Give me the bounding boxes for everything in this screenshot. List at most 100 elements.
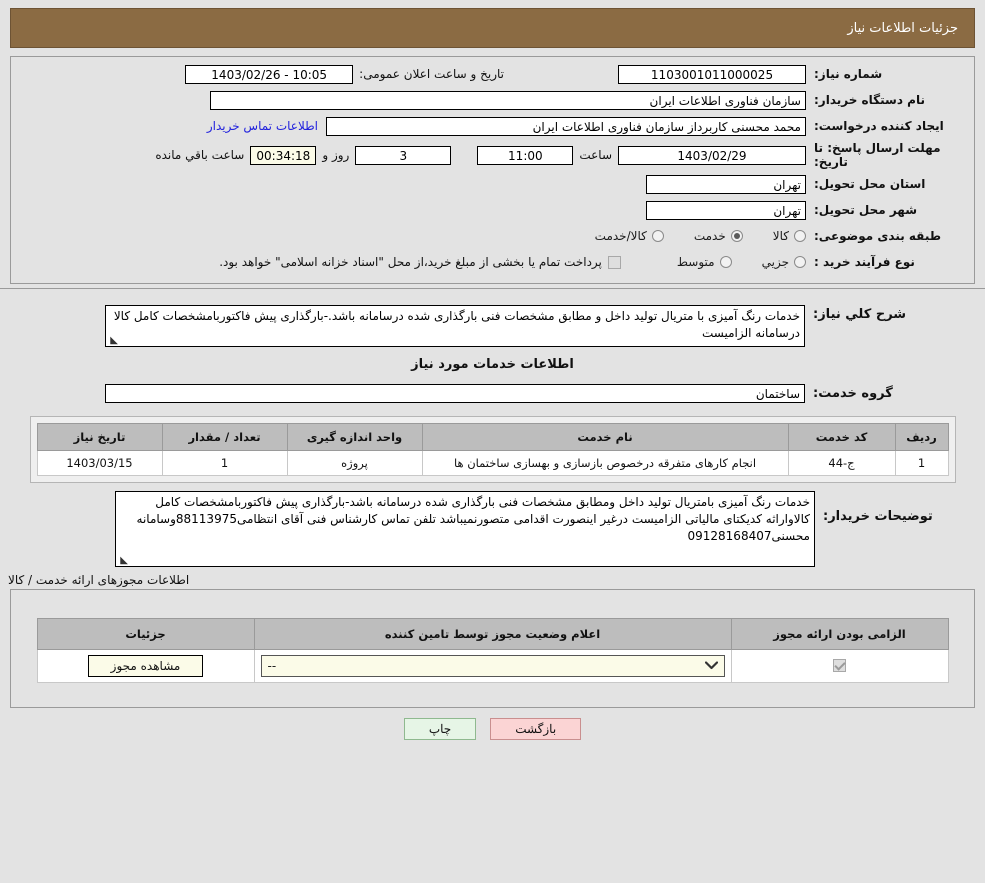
row-summary: شرح کلي نیاز: خدمات رنگ آمیزی با متریال …: [20, 305, 965, 347]
cell-permit-status: --: [253, 649, 732, 683]
services-table: ردیف کد خدمت نام خدمت واحد اندازه گیری ت…: [36, 423, 949, 476]
radio-label: کالا/خدمت: [594, 229, 647, 243]
province-value: تهران: [646, 174, 806, 194]
deadline-date-value: 1403/02/29: [618, 145, 806, 165]
radio-process-jozi[interactable]: جزیي: [762, 255, 806, 269]
col-permit-required: الزامی بودن ارائه مجوز: [730, 618, 949, 650]
row-deadline: مهلت ارسال پاسخ: تا تاریخ: 1403/02/29 سا…: [19, 141, 966, 169]
col-row: ردیف: [894, 423, 949, 451]
province-label: استان محل تحویل:: [814, 177, 926, 191]
footer-actions: بازگشت چاپ: [0, 718, 985, 740]
col-name: نام خدمت: [421, 423, 789, 451]
resize-grip-icon[interactable]: ◣: [118, 556, 128, 566]
permits-row: -- مشاهده مجوز: [36, 649, 949, 683]
radio-process-motevaset[interactable]: متوسط: [677, 255, 732, 269]
page-header: جزئیات اطلاعات نیاز: [10, 8, 975, 48]
payment-note-checkbox[interactable]: [607, 255, 621, 269]
view-permit-button[interactable]: مشاهده مجوز: [87, 655, 204, 677]
cell-code: ج-44: [787, 450, 896, 476]
divider: [0, 288, 985, 289]
radio-classification-kala[interactable]: کالا: [773, 229, 806, 243]
need-info-panel: شماره نیاز: 1103001011000025 تاریخ و ساع…: [10, 56, 975, 284]
buyer-notes-textarea[interactable]: خدمات رنگ آمیزی بامتریال تولید داخل ومطا…: [115, 491, 815, 567]
service-group-label: گروه خدمت:: [813, 385, 893, 401]
cell-permit-required: [730, 649, 949, 683]
back-button[interactable]: بازگشت: [490, 718, 582, 740]
row-province: استان محل تحویل: تهران: [19, 173, 966, 195]
radio-label: جزیي: [761, 255, 789, 269]
classification-label: طبقه بندی موضوعی:: [814, 229, 942, 243]
radio-label: خدمت: [693, 229, 726, 243]
cell-name: انجام کارهای متفرقه درخصوص بازسازی و بهس…: [421, 450, 789, 476]
radio-label: کالا: [772, 229, 789, 243]
permits-header-row: الزامی بودن ارائه مجوز اعلام وضعیت مجوز …: [36, 618, 949, 650]
permits-table: الزامی بودن ارائه مجوز اعلام وضعیت مجوز …: [36, 618, 949, 683]
row-service-group: گروه خدمت: ساختمان: [20, 382, 965, 404]
summary-section: شرح کلي نیاز: خدمات رنگ آمیزی با متریال …: [10, 297, 975, 404]
summary-textarea[interactable]: خدمات رنگ آمیزی با متریال تولید داخل و م…: [105, 305, 805, 347]
permits-panel: الزامی بودن ارائه مجوز اعلام وضعیت مجوز …: [10, 589, 975, 708]
buyer-notes-text: خدمات رنگ آمیزی بامتریال تولید داخل ومطا…: [136, 495, 810, 543]
service-group-value: ساختمان: [105, 383, 805, 403]
col-qty: تعداد / مقدار: [161, 423, 288, 451]
col-date: تاریخ نیاز: [36, 423, 163, 451]
radio-classification-khedmat[interactable]: خدمت: [694, 229, 743, 243]
row-classification: طبقه بندی موضوعی: کالا خدمت کالا/خدمت: [19, 225, 966, 247]
days-label: روز و: [322, 148, 350, 162]
radio-icon[interactable]: [730, 230, 743, 242]
print-button[interactable]: چاپ: [403, 718, 477, 740]
payment-note-text: پرداخت تمام یا بخشی از مبلغ خرید،از محل …: [219, 255, 602, 269]
creator-value: محمد محسنی کاربرداز سازمان فناوری اطلاعا…: [326, 116, 806, 136]
col-unit: واحد اندازه گیری: [286, 423, 423, 451]
cell-qty: 1: [161, 450, 288, 476]
row-city: شهر محل تحویل: تهران: [19, 199, 966, 221]
announce-label: تاریخ و ساعت اعلان عمومی:: [359, 67, 504, 81]
deadline-hour-value: 11:00: [477, 145, 574, 165]
buyer-org-value: سازمان فناوری اطلاعات ایران: [210, 90, 806, 110]
remaining-days-value: 3: [355, 145, 452, 165]
permit-status-select[interactable]: --: [260, 655, 725, 677]
need-number-value: 1103001011000025: [618, 64, 806, 84]
permits-section-label: اطلاعات مجوزهای ارائه خدمت / کالا: [8, 573, 190, 587]
summary-text: خدمات رنگ آمیزی با متریال تولید داخل و م…: [113, 309, 800, 340]
row-creator: ایجاد کننده درخواست: محمد محسنی کاربرداز…: [19, 115, 966, 137]
buyer-notes-label: توضیحات خریدار:: [823, 509, 933, 524]
chevron-down-icon: [704, 660, 718, 672]
permit-required-checkbox: [833, 659, 846, 672]
creator-label: ایجاد کننده درخواست:: [814, 119, 944, 133]
col-permit-status: اعلام وضعیت مجوز توسط تامین کننده: [253, 618, 732, 650]
radio-icon[interactable]: [651, 230, 664, 242]
timer-label: ساعت باقي مانده: [155, 148, 245, 162]
radio-classification-kala-khedmat[interactable]: کالا/خدمت: [595, 229, 664, 243]
services-grid: ردیف کد خدمت نام خدمت واحد اندازه گیری ت…: [29, 416, 956, 483]
process-label: نوع فرآیند خرید :: [814, 255, 915, 269]
row-need-number: شماره نیاز: 1103001011000025 تاریخ و ساع…: [19, 63, 966, 85]
resize-grip-icon[interactable]: ◣: [108, 336, 118, 346]
hour-label: ساعت: [579, 148, 612, 162]
cell-unit: پروژه: [286, 450, 423, 476]
buyer-contact-link[interactable]: اطلاعات تماس خریدار: [199, 119, 326, 133]
buyer-org-label: نام دستگاه خریدار:: [814, 93, 925, 107]
buyer-notes-section: توضیحات خریدار: خدمات رنگ آمیزی بامتریال…: [10, 491, 975, 567]
cell-date: 1403/03/15: [36, 450, 163, 476]
table-header-row: ردیف کد خدمت نام خدمت واحد اندازه گیری ت…: [36, 423, 949, 451]
cell-row: 1: [894, 450, 949, 476]
page-title: جزئیات اطلاعات نیاز: [847, 20, 958, 36]
row-process-type: نوع فرآیند خرید : جزیي متوسط پرداخت تمام…: [19, 251, 966, 273]
need-number-label: شماره نیاز:: [814, 67, 883, 81]
col-permit-details: جزئیات: [36, 618, 255, 650]
countdown-timer-value: 00:34:18: [250, 145, 317, 165]
services-table-wrapper: ردیف کد خدمت نام خدمت واحد اندازه گیری ت…: [0, 416, 985, 483]
services-section-title: اطلاعات خدمات مورد نیاز: [411, 357, 574, 372]
city-label: شهر محل تحویل:: [814, 203, 918, 217]
announce-value: 10:05 - 1403/02/26: [185, 64, 354, 84]
radio-icon[interactable]: [719, 256, 732, 268]
row-buyer-org: نام دستگاه خریدار: سازمان فناوری اطلاعات…: [19, 89, 966, 111]
table-row: 1 ج-44 انجام کارهای متفرقه درخصوص بازساز…: [36, 450, 949, 476]
radio-icon[interactable]: [794, 230, 806, 242]
summary-label: شرح کلي نیاز:: [813, 307, 907, 322]
permit-status-value: --: [267, 659, 277, 673]
col-code: کد خدمت: [787, 423, 896, 451]
radio-label: متوسط: [676, 255, 715, 269]
radio-icon[interactable]: [794, 256, 806, 268]
